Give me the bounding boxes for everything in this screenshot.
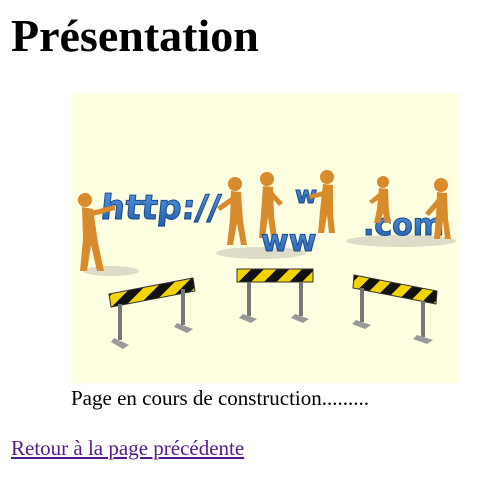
http-text: http:// [99, 188, 223, 228]
barrier-middle [236, 268, 314, 323]
ww-text: ww [261, 224, 316, 259]
page-title: Présentation [11, 10, 259, 61]
under-construction-illustration: http:// w ww .com [71, 93, 460, 383]
barrier-left [108, 277, 196, 349]
barrier-right [352, 274, 438, 344]
back-to-previous-page-link[interactable]: Retour à la page précédente [11, 434, 244, 462]
construction-caption: Page en cours de construction......... [71, 386, 370, 410]
com-text: .com [363, 208, 444, 243]
construction-scene-image: http:// w ww .com [78, 170, 456, 349]
